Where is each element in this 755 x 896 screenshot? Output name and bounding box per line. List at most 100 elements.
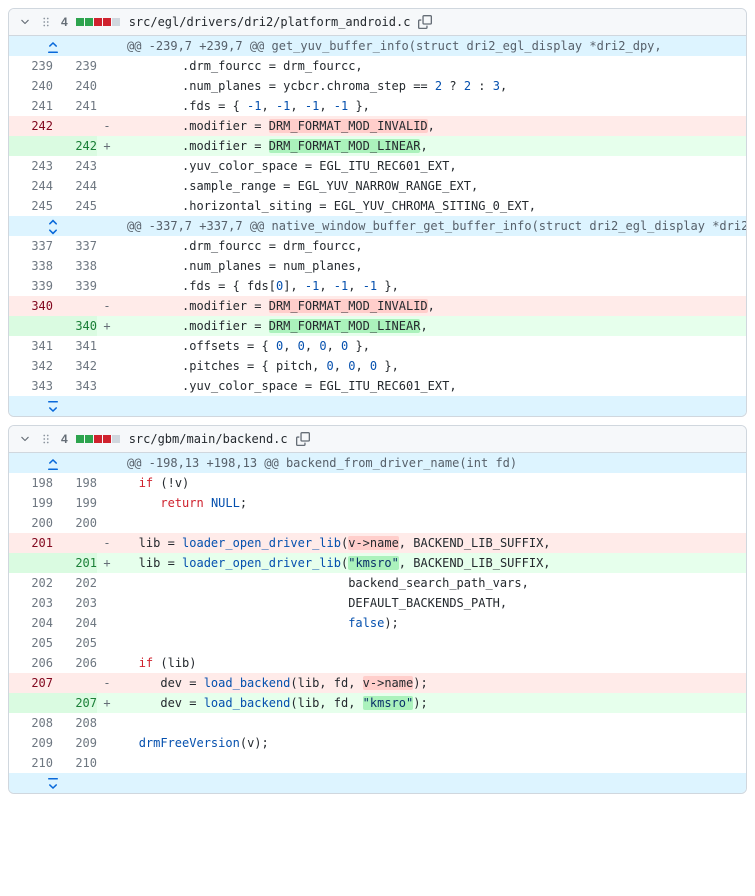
chevron-down-icon[interactable] xyxy=(19,433,31,445)
new-line-number[interactable]: 243 xyxy=(53,156,97,176)
chevron-down-icon[interactable] xyxy=(19,16,31,28)
hunk-header-row: @@ -239,7 +239,7 @@ get_yuv_buffer_info(… xyxy=(9,36,746,56)
new-line-number[interactable]: 206 xyxy=(53,653,97,673)
old-line-number[interactable]: 244 xyxy=(9,176,53,196)
code-content: .num_planes = ycbcr.chroma_step == 2 ? 2… xyxy=(117,76,746,96)
new-line-number[interactable] xyxy=(53,116,97,136)
file-path[interactable]: src/egl/drivers/dri2/platform_android.c xyxy=(129,15,411,29)
new-line-number[interactable]: 201 xyxy=(53,553,97,573)
diff-sign: - xyxy=(97,296,117,316)
expand-up-button[interactable] xyxy=(9,453,97,473)
old-line-number[interactable]: 198 xyxy=(9,473,53,493)
new-line-number[interactable]: 207 xyxy=(53,693,97,713)
grip-icon[interactable] xyxy=(39,432,53,446)
old-line-number[interactable]: 201 xyxy=(9,533,53,553)
new-line-number[interactable]: 210 xyxy=(53,753,97,773)
diff-sign xyxy=(97,753,117,773)
hunk-header-text: @@ -337,7 +337,7 @@ native_window_buffer… xyxy=(117,216,746,236)
new-line-number[interactable] xyxy=(53,673,97,693)
old-line-number[interactable]: 208 xyxy=(9,713,53,733)
new-line-number[interactable]: 338 xyxy=(53,256,97,276)
old-line-number[interactable]: 210 xyxy=(9,753,53,773)
new-line-number[interactable]: 341 xyxy=(53,336,97,356)
old-line-number[interactable]: 207 xyxy=(9,673,53,693)
new-line-number[interactable] xyxy=(53,533,97,553)
new-line-number[interactable]: 242 xyxy=(53,136,97,156)
expand-down-button[interactable] xyxy=(9,773,97,793)
new-line-number[interactable]: 239 xyxy=(53,56,97,76)
old-line-number[interactable]: 205 xyxy=(9,633,53,653)
new-line-number[interactable]: 208 xyxy=(53,713,97,733)
new-line-number[interactable]: 340 xyxy=(53,316,97,336)
old-line-number[interactable]: 338 xyxy=(9,256,53,276)
new-line-number[interactable]: 342 xyxy=(53,356,97,376)
old-line-number[interactable] xyxy=(9,136,53,156)
new-line-number[interactable]: 199 xyxy=(53,493,97,513)
diff-ctx-row: 206206 if (lib) xyxy=(9,653,746,673)
new-line-number[interactable]: 241 xyxy=(53,96,97,116)
new-line-number[interactable]: 339 xyxy=(53,276,97,296)
copy-path-icon[interactable] xyxy=(418,15,432,29)
old-line-number[interactable]: 343 xyxy=(9,376,53,396)
hunk-header-row xyxy=(9,773,746,793)
old-line-number[interactable]: 200 xyxy=(9,513,53,533)
hunk-header-text: @@ -239,7 +239,7 @@ get_yuv_buffer_info(… xyxy=(117,36,746,56)
diff-ctx-row: 244244 .sample_range = EGL_YUV_NARROW_RA… xyxy=(9,176,746,196)
old-line-number[interactable]: 339 xyxy=(9,276,53,296)
old-line-number[interactable]: 242 xyxy=(9,116,53,136)
expand-both-button[interactable] xyxy=(9,216,97,236)
code-content xyxy=(117,713,746,733)
expand-down-button[interactable] xyxy=(9,396,97,416)
old-line-number[interactable]: 245 xyxy=(9,196,53,216)
copy-path-icon[interactable] xyxy=(296,432,310,446)
diff-sign: - xyxy=(97,116,117,136)
new-line-number[interactable]: 204 xyxy=(53,613,97,633)
grip-icon[interactable] xyxy=(39,15,53,29)
old-line-number[interactable]: 239 xyxy=(9,56,53,76)
diff-del-row: 207- dev = load_backend(lib, fd, v->name… xyxy=(9,673,746,693)
diff-sign xyxy=(97,156,117,176)
code-content: if (!v) xyxy=(117,473,746,493)
new-line-number[interactable]: 200 xyxy=(53,513,97,533)
old-line-number[interactable]: 241 xyxy=(9,96,53,116)
new-line-number[interactable]: 209 xyxy=(53,733,97,753)
old-line-number[interactable] xyxy=(9,316,53,336)
expand-up-button[interactable] xyxy=(9,36,97,56)
new-line-number[interactable]: 205 xyxy=(53,633,97,653)
new-line-number[interactable]: 240 xyxy=(53,76,97,96)
new-line-number[interactable]: 198 xyxy=(53,473,97,493)
old-line-number[interactable]: 206 xyxy=(9,653,53,673)
old-line-number[interactable]: 243 xyxy=(9,156,53,176)
hunk-header-row: @@ -337,7 +337,7 @@ native_window_buffer… xyxy=(9,216,746,236)
new-line-number[interactable]: 343 xyxy=(53,376,97,396)
old-line-number[interactable]: 204 xyxy=(9,613,53,633)
old-line-number[interactable]: 341 xyxy=(9,336,53,356)
old-line-number[interactable]: 202 xyxy=(9,573,53,593)
old-line-number[interactable]: 240 xyxy=(9,76,53,96)
new-line-number[interactable] xyxy=(53,296,97,316)
diff-ctx-row: 245245 .horizontal_siting = EGL_YUV_CHRO… xyxy=(9,196,746,216)
old-line-number[interactable]: 209 xyxy=(9,733,53,753)
old-line-number[interactable] xyxy=(9,553,53,573)
new-line-number[interactable]: 337 xyxy=(53,236,97,256)
new-line-number[interactable]: 244 xyxy=(53,176,97,196)
diff-sign xyxy=(97,76,117,96)
file-path[interactable]: src/gbm/main/backend.c xyxy=(129,432,288,446)
new-line-number[interactable]: 245 xyxy=(53,196,97,216)
diff-ctx-row: 198198 if (!v) xyxy=(9,473,746,493)
code-content: DEFAULT_BACKENDS_PATH, xyxy=(117,593,746,613)
code-content: .offsets = { 0, 0, 0, 0 }, xyxy=(117,336,746,356)
old-line-number[interactable] xyxy=(9,693,53,713)
old-line-number[interactable]: 340 xyxy=(9,296,53,316)
diff-ctx-row: 204204 false); xyxy=(9,613,746,633)
old-line-number[interactable]: 203 xyxy=(9,593,53,613)
old-line-number[interactable]: 342 xyxy=(9,356,53,376)
old-line-number[interactable]: 199 xyxy=(9,493,53,513)
new-line-number[interactable]: 202 xyxy=(53,573,97,593)
diff-del-row: 340- .modifier = DRM_FORMAT_MOD_INVALID, xyxy=(9,296,746,316)
new-line-number[interactable]: 203 xyxy=(53,593,97,613)
diff-sign xyxy=(97,633,117,653)
diff-ctx-row: 341341 .offsets = { 0, 0, 0, 0 }, xyxy=(9,336,746,356)
old-line-number[interactable]: 337 xyxy=(9,236,53,256)
diff-sign xyxy=(97,613,117,633)
